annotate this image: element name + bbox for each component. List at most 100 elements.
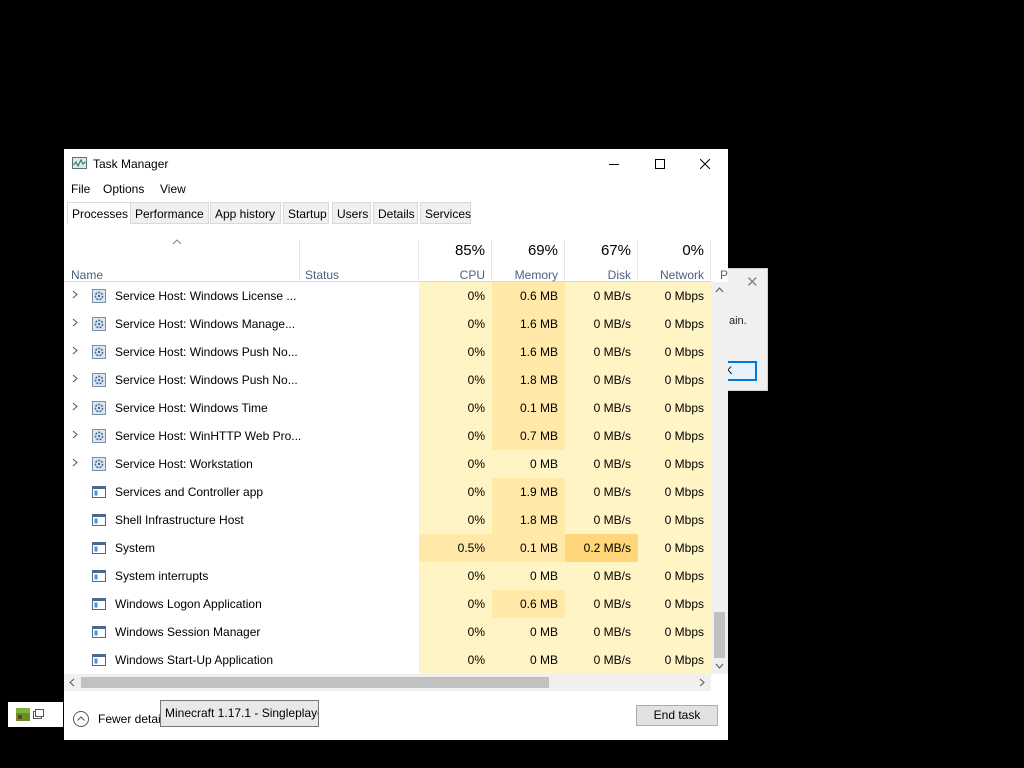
title-bar[interactable]: Task Manager [64, 149, 728, 178]
table-row[interactable]: System 0.5% 0.1 MB 0.2 MB/s 0 Mbps [64, 534, 711, 562]
background-dialog-close-icon[interactable]: ✕ [746, 273, 759, 291]
network-cell: 0 Mbps [638, 310, 711, 338]
column-status[interactable]: Status [305, 268, 339, 282]
background-dialog-text: ain. [729, 315, 747, 327]
memory-cell: 0 MB [492, 562, 565, 590]
process-name: Service Host: Windows Time [115, 401, 268, 415]
memory-cell: 1.6 MB [492, 338, 565, 366]
column-name[interactable]: Name [71, 268, 103, 282]
tab-users[interactable]: Users [332, 202, 371, 224]
vertical-scrollbar[interactable] [711, 282, 728, 674]
gear-icon [92, 317, 106, 331]
table-row[interactable]: System interrupts 0% 0 MB 0 MB/s 0 Mbps [64, 562, 711, 590]
expand-chevron-icon[interactable] [72, 310, 78, 338]
memory-cell: 1.6 MB [492, 310, 565, 338]
table-row[interactable]: Shell Infrastructure Host 0% 1.8 MB 0 MB/s 0… [64, 506, 711, 534]
memory-total[interactable]: 69% [492, 242, 558, 259]
minecraft-icon[interactable] [16, 708, 30, 721]
disk-cell: 0 MB/s [565, 282, 638, 310]
menu-view[interactable]: View [160, 182, 186, 196]
process-name: Service Host: Windows Manage... [115, 317, 296, 331]
window-thumbnail-icon[interactable] [33, 709, 44, 719]
expand-chevron-icon[interactable] [72, 422, 78, 450]
memory-cell: 0 MB [492, 450, 565, 478]
expand-chevron-icon[interactable] [72, 394, 78, 422]
app-window-icon [92, 625, 106, 639]
network-cell: 0 Mbps [638, 506, 711, 534]
expand-chevron-icon[interactable] [72, 338, 78, 366]
chevron-up-circle-icon[interactable] [73, 711, 89, 727]
tab-app-history[interactable]: App history [210, 202, 281, 224]
network-cell: 0 Mbps [638, 534, 711, 562]
table-row[interactable]: Services and Controller app 0% 1.9 MB 0 MB/… [64, 478, 711, 506]
column-more[interactable]: P [720, 268, 728, 282]
network-cell: 0 Mbps [638, 338, 711, 366]
tab-startup[interactable]: Startup [283, 202, 329, 224]
table-row[interactable]: Windows Logon Application 0% 0.6 MB 0 MB/s 0… [64, 590, 711, 618]
maximize-button[interactable] [637, 149, 683, 178]
end-task-button[interactable]: End task [636, 705, 718, 726]
scroll-left-icon[interactable] [69, 678, 75, 687]
gear-icon [92, 401, 106, 415]
network-cell: 0 Mbps [638, 618, 711, 646]
close-button[interactable] [682, 149, 728, 178]
network-cell: 0 Mbps [638, 394, 711, 422]
table-row[interactable]: Service Host: Windows Push No... 0% 1.8 MB… [64, 366, 711, 394]
gear-icon [92, 457, 106, 471]
scroll-down-icon[interactable] [715, 663, 724, 669]
app-window-icon [92, 597, 106, 611]
disk-cell: 0 MB/s [565, 422, 638, 450]
table-row[interactable]: Service Host: WinHTTP Web Pro... 0% 0.7 MB… [64, 422, 711, 450]
column-disk[interactable]: Disk [565, 268, 631, 282]
disk-total[interactable]: 67% [565, 242, 631, 259]
table-row[interactable]: Windows Session Manager 0% 0 MB 0 MB/s 0 Mbp… [64, 618, 711, 646]
process-name: Windows Session Manager [115, 625, 261, 639]
cpu-total[interactable]: 85% [419, 242, 485, 259]
disk-cell: 0 MB/s [565, 366, 638, 394]
tab-performance[interactable]: Performance [130, 202, 209, 224]
expand-chevron-icon[interactable] [72, 282, 78, 310]
expand-chevron-icon[interactable] [72, 366, 78, 394]
table-row[interactable]: Service Host: Windows License ... 0% 0.6 M… [64, 282, 711, 310]
vertical-scroll-thumb[interactable] [714, 612, 725, 658]
scroll-up-icon[interactable] [715, 287, 724, 293]
menu-options[interactable]: Options [103, 182, 144, 196]
fewer-details-link[interactable]: Fewer details [98, 712, 169, 726]
disk-cell: 0 MB/s [565, 646, 638, 674]
column-header: Name Status 85% CPU 69% Memory 67% Disk … [64, 236, 728, 282]
process-name: Services and Controller app [115, 485, 264, 499]
network-total[interactable]: 0% [638, 242, 704, 259]
disk-cell: 0 MB/s [565, 478, 638, 506]
disk-cell: 0 MB/s [565, 310, 638, 338]
horizontal-scroll-thumb[interactable] [81, 677, 549, 688]
memory-cell: 0.6 MB [492, 282, 565, 310]
column-cpu[interactable]: CPU [419, 268, 485, 282]
table-row[interactable]: Service Host: Workstation 0% 0 MB 0 MB/s 0 M… [64, 450, 711, 478]
cpu-cell: 0% [419, 422, 492, 450]
column-network[interactable]: Network [638, 268, 704, 282]
cpu-cell: 0% [419, 590, 492, 618]
table-row[interactable]: Service Host: Windows Manage... 0% 1.6 MB 0… [64, 310, 711, 338]
expand-chevron-icon[interactable] [72, 450, 78, 478]
gear-icon [92, 373, 106, 387]
app-window-icon [92, 513, 106, 527]
network-cell: 0 Mbps [638, 282, 711, 310]
tab-details[interactable]: Details [373, 202, 418, 224]
table-row[interactable]: Service Host: Windows Time 0% 0.1 MB 0 MB/s… [64, 394, 711, 422]
scroll-right-icon[interactable] [699, 678, 705, 687]
process-name: System [115, 541, 156, 555]
minimize-button[interactable] [591, 149, 637, 178]
tab-processes[interactable]: Processes [67, 202, 131, 224]
process-name: Windows Logon Application [115, 597, 262, 611]
horizontal-scrollbar[interactable] [64, 674, 711, 691]
network-cell: 0 Mbps [638, 366, 711, 394]
window-title: Task Manager [93, 157, 169, 171]
table-row[interactable]: Windows Start-Up Application 0% 0 MB 0 MB/s… [64, 646, 711, 674]
column-memory[interactable]: Memory [492, 268, 558, 282]
network-cell: 0 Mbps [638, 590, 711, 618]
tab-services[interactable]: Services [420, 202, 471, 224]
menu-file[interactable]: File [71, 182, 90, 196]
table-row[interactable]: Service Host: Windows Push No... 0% 1.6 MB… [64, 338, 711, 366]
disk-cell: 0 MB/s [565, 394, 638, 422]
minimize-icon [609, 163, 619, 165]
